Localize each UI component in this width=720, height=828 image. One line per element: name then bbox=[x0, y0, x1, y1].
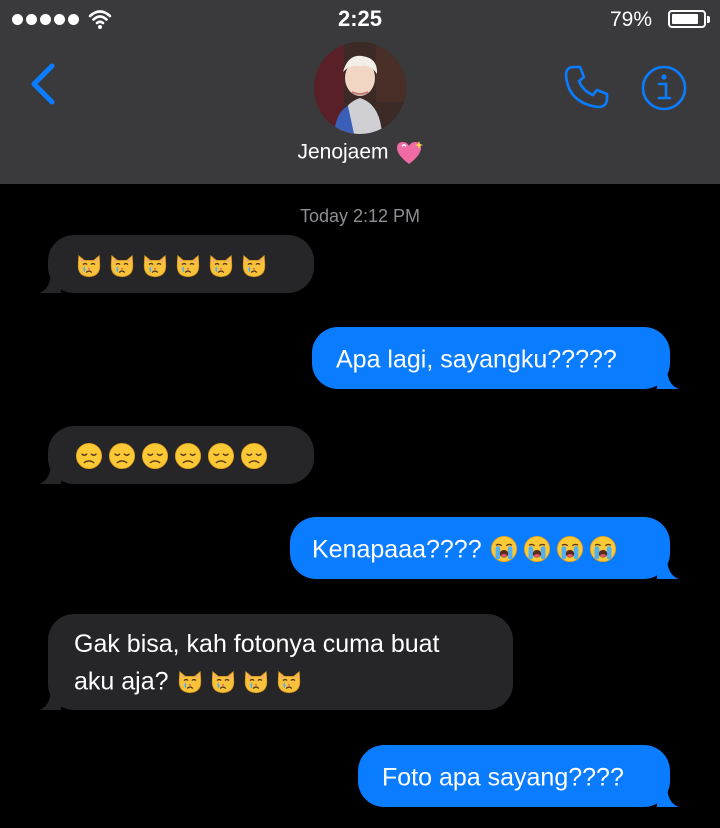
loudly-crying-face-emoji bbox=[555, 534, 585, 564]
message-text-line: Gak bisa, kah fotonya cuma buat bbox=[74, 630, 440, 658]
status-bar: 2:25 79% bbox=[0, 0, 720, 40]
phone-call-icon[interactable] bbox=[562, 63, 610, 111]
info-icon[interactable] bbox=[640, 64, 688, 112]
crying-cat-emoji bbox=[206, 250, 236, 280]
message-text: Kenapaaa???? bbox=[312, 535, 482, 564]
message-bubble-outgoing[interactable]: Kenapaaa???? bbox=[290, 517, 679, 579]
message-bubble-incoming[interactable] bbox=[39, 426, 314, 484]
disappointed-face-emoji bbox=[206, 441, 236, 471]
crying-cat-emoji bbox=[173, 250, 203, 280]
bubble-tail bbox=[657, 785, 679, 807]
conversation-header: 2:25 79% Jenojaem bbox=[0, 0, 720, 184]
message-bubble-incoming[interactable] bbox=[39, 235, 314, 293]
thread-timestamp: Today 2:12 PM bbox=[299, 206, 421, 226]
contact-name[interactable]: Jenojaem bbox=[0, 140, 720, 166]
loudly-crying-face-emoji bbox=[588, 534, 618, 564]
bubble-tail bbox=[39, 271, 61, 293]
crying-cat-emoji bbox=[74, 250, 104, 280]
battery-icon bbox=[668, 10, 710, 28]
crying-cat-emoji bbox=[274, 666, 304, 696]
message-text: Foto apa sayang???? bbox=[382, 763, 624, 792]
contact-name-text: Jenojaem bbox=[297, 140, 389, 164]
message-bubble-incoming[interactable]: Gak bisa, kah fotonya cuma buat aku aja? bbox=[39, 614, 513, 710]
bubble-tail bbox=[657, 367, 679, 389]
crying-cat-emoji bbox=[239, 250, 269, 280]
disappointed-face-emoji bbox=[107, 441, 137, 471]
bubble-tail bbox=[39, 462, 61, 484]
contact-avatar[interactable] bbox=[314, 42, 406, 134]
message-text: Apa lagi, sayangku????? bbox=[336, 345, 617, 374]
crying-cat-emoji bbox=[175, 666, 205, 696]
crying-cat-emoji bbox=[241, 666, 271, 696]
disappointed-face-emoji bbox=[239, 441, 269, 471]
battery-percentage: 79% bbox=[609, 8, 652, 31]
crying-cat-emoji bbox=[107, 250, 137, 280]
disappointed-face-emoji bbox=[173, 441, 203, 471]
bubble-tail bbox=[39, 688, 61, 710]
loudly-crying-face-emoji bbox=[489, 534, 519, 564]
message-bubble-outgoing[interactable]: Apa lagi, sayangku????? bbox=[312, 327, 679, 389]
disappointed-face-emoji bbox=[74, 441, 104, 471]
back-chevron-icon[interactable] bbox=[26, 62, 58, 106]
crying-cat-emoji bbox=[208, 666, 238, 696]
message-text: aku aja? bbox=[74, 667, 169, 696]
loudly-crying-face-emoji bbox=[522, 534, 552, 564]
message-bubble-outgoing[interactable]: Foto apa sayang???? bbox=[358, 745, 679, 807]
message-text-line: aku aja? bbox=[74, 662, 513, 699]
sparkling-heart-icon bbox=[396, 141, 423, 164]
disappointed-face-emoji bbox=[140, 441, 170, 471]
bubble-tail bbox=[657, 557, 679, 579]
crying-cat-emoji bbox=[140, 250, 170, 280]
